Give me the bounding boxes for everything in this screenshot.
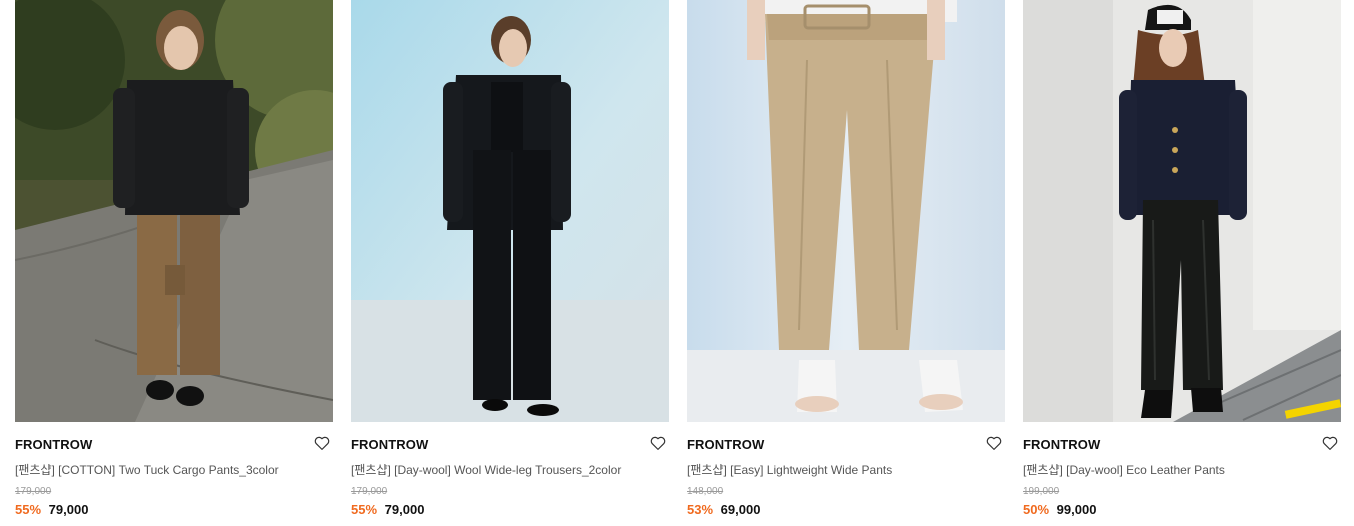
sale-price: 79,000 (384, 502, 425, 517)
price-row: 55% 79,000 (15, 502, 88, 517)
sale-price: 79,000 (48, 502, 89, 517)
discount-rate: 53% (687, 502, 714, 517)
product-photo-wide-pants (687, 0, 1005, 422)
discount-rate: 55% (351, 502, 378, 517)
original-price: 179,000 (351, 486, 388, 497)
brand-name[interactable]: FRONTROW (1023, 437, 1100, 452)
heart-outline-icon[interactable] (649, 434, 667, 452)
original-price: 148,000 (687, 486, 724, 497)
price-row: 53% 69,000 (687, 502, 760, 517)
discount-rate: 55% (15, 502, 42, 517)
brand-name[interactable]: FRONTROW (351, 437, 428, 452)
heart-outline-icon[interactable] (985, 434, 1003, 452)
price-row: 55% 79,000 (351, 502, 424, 517)
product-photo-wool-trousers (351, 0, 669, 422)
product-image[interactable] (15, 0, 333, 422)
heart-outline-icon[interactable] (1321, 434, 1339, 452)
discount-rate: 50% (1023, 502, 1050, 517)
heart-outline-icon[interactable] (313, 434, 331, 452)
original-price: 179,000 (15, 486, 52, 497)
product-grid: FRONTROW [팬츠샵] [COTTON] Two Tuck Cargo P… (0, 0, 1354, 526)
brand-name[interactable]: FRONTROW (687, 437, 764, 452)
product-photo-leather-pants (1023, 0, 1341, 422)
product-card[interactable]: FRONTROW [팬츠샵] [Day-wool] Wool Wide-leg … (351, 0, 669, 526)
brand-name[interactable]: FRONTROW (15, 437, 92, 452)
sale-price: 99,000 (1056, 502, 1097, 517)
sale-price: 69,000 (720, 502, 761, 517)
product-image[interactable] (351, 0, 669, 422)
product-card[interactable]: FRONTROW [팬츠샵] [Easy] Lightweight Wide P… (687, 0, 1005, 526)
product-name[interactable]: [팬츠샵] [COTTON] Two Tuck Cargo Pants_3col… (15, 461, 279, 478)
product-name[interactable]: [팬츠샵] [Day-wool] Wool Wide-leg Trousers_… (351, 461, 621, 478)
original-price: 199,000 (1023, 486, 1060, 497)
product-image[interactable] (687, 0, 1005, 422)
product-card[interactable]: FRONTROW [팬츠샵] [COTTON] Two Tuck Cargo P… (15, 0, 333, 526)
product-image[interactable] (1023, 0, 1341, 422)
product-card[interactable]: FRONTROW [팬츠샵] [Day-wool] Eco Leather Pa… (1023, 0, 1341, 526)
product-name[interactable]: [팬츠샵] [Easy] Lightweight Wide Pants (687, 461, 892, 478)
product-photo-cargo-pants (15, 0, 333, 422)
price-row: 50% 99,000 (1023, 502, 1096, 517)
product-name[interactable]: [팬츠샵] [Day-wool] Eco Leather Pants (1023, 461, 1225, 478)
